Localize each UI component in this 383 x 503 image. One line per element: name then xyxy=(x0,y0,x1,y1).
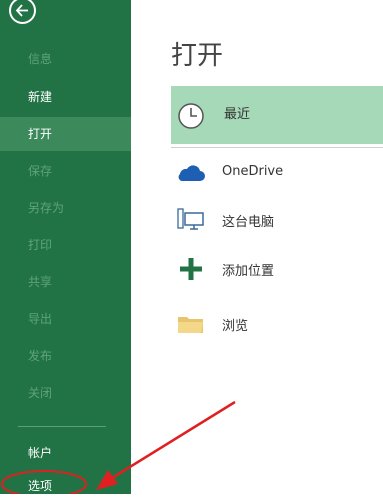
location-browse[interactable]: 浏览 xyxy=(171,304,383,344)
location-label: OneDrive xyxy=(222,164,284,179)
clock-icon xyxy=(178,103,204,129)
nav-save[interactable]: 保存 xyxy=(0,154,131,188)
divider xyxy=(171,147,383,148)
location-label: 这台电脑 xyxy=(222,215,275,230)
nav-save-as[interactable]: 另存为 xyxy=(0,191,131,225)
location-label: 浏览 xyxy=(222,319,249,334)
nav-info[interactable]: 信息 xyxy=(0,42,131,76)
computer-icon xyxy=(177,208,204,230)
plus-icon xyxy=(180,258,202,280)
location-recent[interactable]: 最近 xyxy=(171,86,383,144)
location-onedrive[interactable]: OneDrive xyxy=(171,153,383,193)
location-label: 最近 xyxy=(224,107,251,122)
folder-icon xyxy=(178,317,203,333)
location-add-place[interactable]: 添加位置 xyxy=(171,249,383,289)
nav-publish[interactable]: 发布 xyxy=(0,339,131,373)
nav-export[interactable]: 导出 xyxy=(0,302,131,336)
page-title: 打开 xyxy=(171,41,224,71)
location-this-pc[interactable]: 这台电脑 xyxy=(171,200,383,240)
sidebar-divider xyxy=(18,426,106,427)
nav-new[interactable]: 新建 xyxy=(0,80,131,114)
nav-account[interactable]: 帐户 xyxy=(0,436,131,470)
nav-close[interactable]: 关闭 xyxy=(0,376,131,410)
back-arrow-icon xyxy=(15,4,28,17)
backstage-sidebar: 信息 新建 打开 保存 另存为 打印 共享 导出 发布 关闭 帐户 选项 xyxy=(0,0,131,494)
open-panel: 打开 最近 OneDrive 这台电脑 添加位置 浏览 xyxy=(131,0,383,494)
nav-open[interactable]: 打开 xyxy=(0,117,131,151)
location-label: 添加位置 xyxy=(222,264,275,279)
back-button[interactable] xyxy=(9,0,36,24)
nav-share[interactable]: 共享 xyxy=(0,265,131,299)
nav-options[interactable]: 选项 xyxy=(0,469,131,503)
nav-print[interactable]: 打印 xyxy=(0,228,131,262)
cloud-icon xyxy=(178,165,205,182)
